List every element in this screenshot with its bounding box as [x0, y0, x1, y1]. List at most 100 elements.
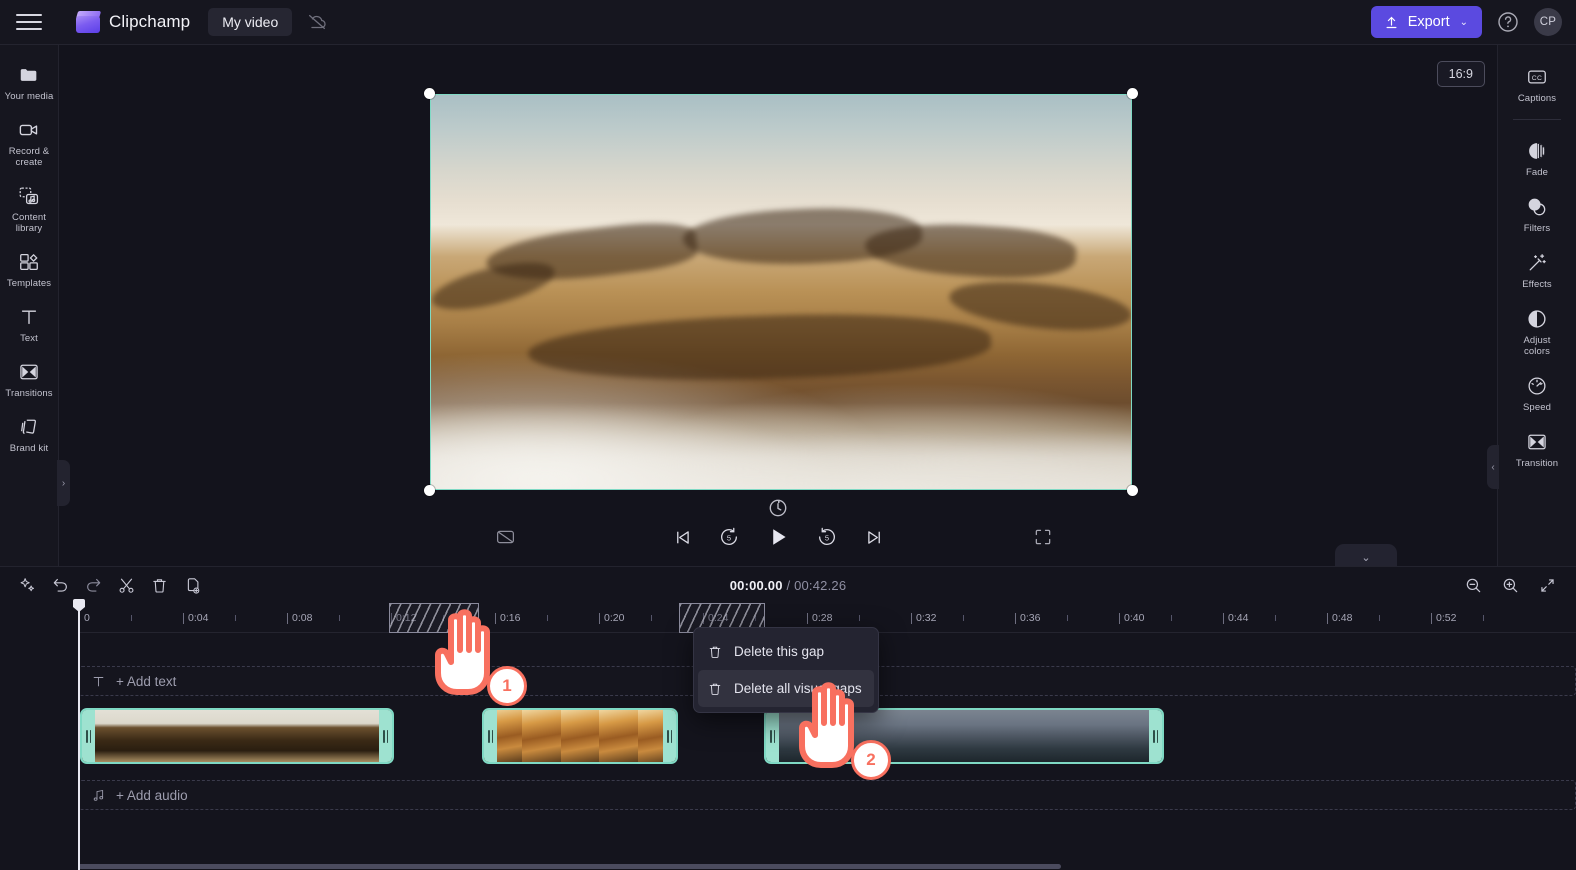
sidebar-item-speed[interactable]: Speed	[1500, 366, 1574, 420]
resize-handle-bottom-left[interactable]	[424, 485, 435, 496]
trash-icon	[707, 644, 723, 660]
collapse-panel-chevron-left-icon[interactable]: ‹	[1487, 445, 1499, 489]
sidebar-item-transition[interactable]: Transition	[1500, 422, 1574, 476]
expand-panel-chevron-right-icon[interactable]: ›	[57, 460, 70, 506]
clip-thumbnails	[484, 710, 676, 762]
redo-arrow-icon[interactable]	[80, 572, 106, 598]
clip-trim-handle-left[interactable]	[766, 710, 779, 762]
clip-trim-handle-left[interactable]	[484, 710, 497, 762]
export-button[interactable]: Export ⌄	[1370, 6, 1482, 38]
mute-video-icon[interactable]	[495, 527, 516, 548]
play-button[interactable]	[763, 522, 793, 552]
document-title[interactable]: My video	[208, 8, 293, 36]
ruler-tick: 0:32	[910, 612, 937, 624]
sidebar-item-content-library[interactable]: Content library	[1, 178, 57, 240]
rewind-5-icon[interactable]: 5	[716, 524, 742, 550]
forward-5-icon[interactable]: 5	[814, 524, 840, 550]
gap-context-menu: Delete this gap Delete all visual gaps	[693, 627, 879, 713]
time-separator: /	[786, 577, 791, 593]
sidebar-item-transitions[interactable]: Transitions	[1, 354, 57, 405]
skip-to-end-icon[interactable]	[861, 524, 887, 550]
sidebar-label: Transition	[1515, 458, 1559, 469]
editor-body: Your media Record & create Content libra…	[0, 45, 1576, 570]
cloud-off-icon	[306, 11, 328, 33]
sidebar-item-fade[interactable]: Fade	[1500, 131, 1574, 185]
ruler-tick: 0	[79, 612, 90, 624]
timecode-display: 00:00.00 / 00:42.26	[0, 578, 1576, 593]
add-text-label: + Add text	[116, 673, 177, 689]
sidebar-label: Fade	[1525, 167, 1549, 178]
aspect-ratio-badge[interactable]: 16:9	[1436, 61, 1485, 87]
fit-to-screen-icon[interactable]	[1536, 574, 1558, 596]
scissors-icon[interactable]	[113, 572, 139, 598]
table-row[interactable]	[764, 708, 1164, 764]
sidebar-label: Record & create	[8, 146, 50, 168]
svg-text:5: 5	[727, 533, 731, 542]
video-frame	[430, 94, 1132, 490]
sidebar-divider	[1513, 119, 1561, 120]
table-row[interactable]	[482, 708, 678, 764]
resize-handle-bottom-right[interactable]	[1127, 485, 1138, 496]
video-track[interactable]	[78, 708, 1576, 764]
clip-trim-handle-left[interactable]	[82, 710, 95, 762]
transitions-icon	[18, 361, 40, 383]
video-stage[interactable]	[424, 88, 1138, 496]
delete-all-visual-gaps-item[interactable]: Delete all visual gaps	[698, 670, 874, 707]
clip-trim-handle-right[interactable]	[663, 710, 676, 762]
sidebar-item-record-create[interactable]: Record & create	[1, 112, 57, 174]
step-badge-2: 2	[851, 740, 891, 780]
filters-overlap-icon	[1526, 196, 1548, 218]
chevron-down-icon: ⌄	[1459, 16, 1468, 28]
timeline-scrollbar[interactable]	[78, 864, 1568, 869]
audio-track[interactable]: + Add audio	[78, 780, 1576, 810]
skip-to-start-icon[interactable]	[669, 524, 695, 550]
sidebar-item-text[interactable]: Text	[1, 299, 57, 350]
sparkle-icon[interactable]	[14, 572, 40, 598]
brand-name: Clipchamp	[109, 12, 191, 31]
timeline-gap-region-1[interactable]	[389, 603, 479, 633]
sidebar-item-captions[interactable]: CC Captions	[1500, 57, 1574, 111]
sidebar-label: Filters	[1523, 223, 1551, 234]
step-badge-1: 1	[487, 666, 527, 706]
playhead[interactable]	[78, 603, 80, 870]
top-bar-right: Export ⌄ CP	[1370, 6, 1562, 38]
sidebar-item-your-media[interactable]: Your media	[1, 57, 57, 108]
sidebar-item-brand-kit[interactable]: Brand kit	[1, 409, 57, 460]
clip-trim-handle-right[interactable]	[379, 710, 392, 762]
hamburger-menu-icon[interactable]	[16, 12, 42, 32]
clip-thumbnails	[82, 710, 392, 762]
clip-trim-handle-right[interactable]	[1149, 710, 1162, 762]
undo-arrow-icon[interactable]	[47, 572, 73, 598]
ruler-tick: 0:36	[1014, 612, 1041, 624]
text-t-icon	[18, 306, 40, 328]
fullscreen-icon[interactable]	[1033, 527, 1053, 547]
sidebar-item-adjust-colors[interactable]: Adjust colors	[1500, 299, 1574, 364]
zoom-in-icon[interactable]	[1499, 574, 1521, 596]
add-audio-button[interactable]: + Add audio	[78, 780, 1576, 810]
brand-kit-icon	[18, 416, 40, 438]
sidebar-item-effects[interactable]: Effects	[1500, 243, 1574, 297]
avatar[interactable]: CP	[1534, 8, 1562, 36]
table-row[interactable]	[80, 708, 394, 764]
sidebar-label: Brand kit	[9, 443, 49, 454]
scrollbar-thumb[interactable]	[78, 864, 1062, 869]
ruler-tick: 0:48	[1326, 612, 1353, 624]
sidebar-item-filters[interactable]: Filters	[1500, 187, 1574, 241]
resize-handle-top-left[interactable]	[424, 88, 435, 99]
closed-captions-icon: CC	[1526, 66, 1548, 88]
help-circle-icon[interactable]	[1496, 10, 1520, 34]
clipchamp-logo-icon	[75, 11, 102, 33]
menu-item-label: Delete this gap	[734, 644, 825, 659]
duplicate-icon[interactable]	[179, 572, 205, 598]
video-preview-wrapper: 16:9	[59, 45, 1497, 517]
sidebar-label: Content library	[12, 212, 46, 234]
ruler-tick: 0:20	[598, 612, 625, 624]
resize-handle-top-right[interactable]	[1127, 88, 1138, 99]
trash-icon[interactable]	[146, 572, 172, 598]
sidebar-label: Transitions	[5, 388, 53, 399]
sidebar-item-templates[interactable]: Templates	[1, 244, 57, 295]
zoom-out-icon[interactable]	[1462, 574, 1484, 596]
transport-controls: 5 5 ⌄	[59, 508, 1497, 570]
delete-this-gap-item[interactable]: Delete this gap	[698, 633, 874, 670]
sidebar-label: Effects	[1522, 279, 1552, 290]
